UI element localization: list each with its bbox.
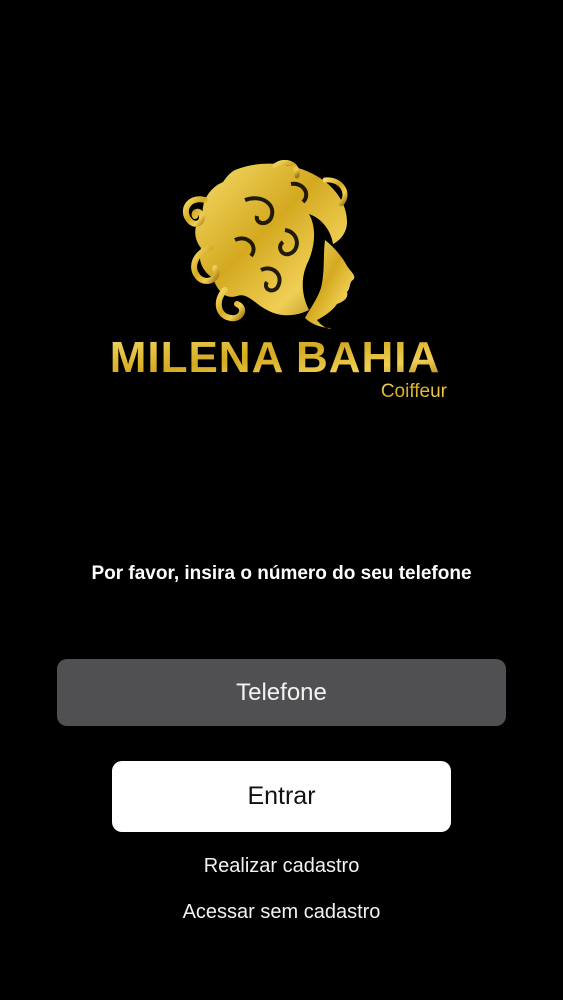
brand-name: MILENA BAHIA [110,333,441,382]
brand-logo: MILENA BAHIA Coiffeur [85,160,465,410]
phone-prompt: Por favor, insira o número do seu telefo… [91,563,472,584]
guest-access-link[interactable]: Acessar sem cadastro [0,901,563,924]
register-link[interactable]: Realizar cadastro [0,855,563,878]
enter-button[interactable]: Entrar [112,761,451,832]
phone-input[interactable] [57,659,506,726]
woman-hair-silhouette-icon [182,160,355,329]
brand-tagline: Coiffeur [381,381,448,402]
